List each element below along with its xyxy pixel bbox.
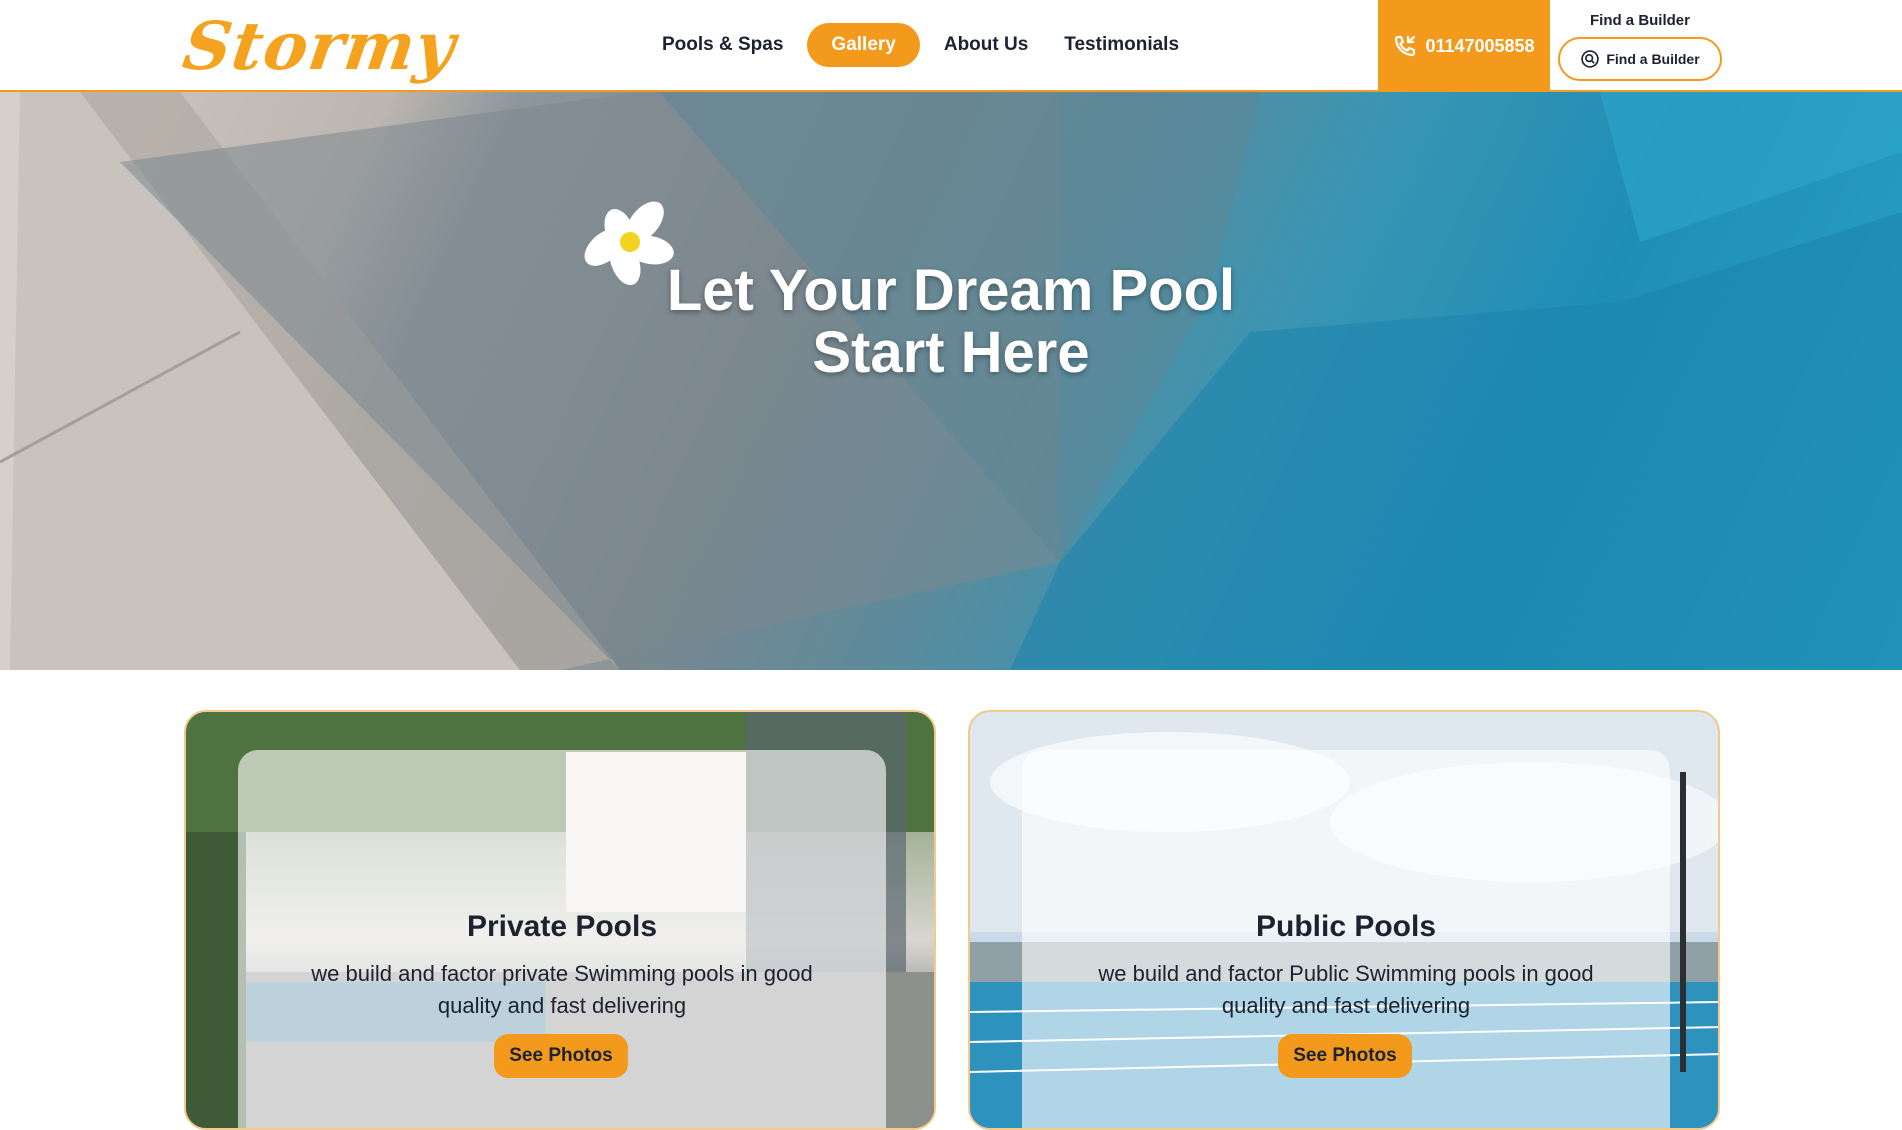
public-pools-see-photos-button[interactable]: See Photos: [1278, 1034, 1412, 1078]
main-nav: Pools & Spas Gallery About Us Testimonia…: [650, 22, 1191, 68]
find-builder-button-label: Find a Builder: [1606, 51, 1700, 67]
find-builder-label: Find a Builder: [1589, 12, 1690, 29]
private-pools-see-photos-button[interactable]: See Photos: [494, 1034, 628, 1078]
private-pools-title: Private Pools: [466, 910, 658, 943]
private-pools-description: we build and factor private Swimming poo…: [311, 961, 813, 1018]
hero-banner: Let Your Dream Pool Start Here: [0, 92, 1902, 670]
find-builder-button[interactable]: Find a Builder: [1558, 37, 1722, 81]
phone-icon: [1395, 35, 1416, 57]
nav-item-pools-spas[interactable]: Pools & Spas: [650, 23, 795, 67]
nav-item-about-us[interactable]: About Us: [932, 23, 1040, 67]
nav-item-gallery[interactable]: Gallery: [807, 23, 920, 67]
search-icon: [1581, 50, 1600, 68]
public-pools-description: we build and factor Public Swimming pool…: [1098, 961, 1594, 1018]
hero-title: Let Your Dream Pool Start Here: [0, 260, 1902, 384]
nav-item-testimonials[interactable]: Testimonials: [1052, 23, 1191, 67]
find-builder-block: Find a Builder Find a Builder: [1558, 10, 1722, 81]
private-pools-card: Private Pools we build and factor privat…: [184, 710, 936, 1130]
phone-number: 01147005858: [1425, 35, 1535, 56]
public-pools-card: Public Pools we build and factor Public …: [968, 710, 1720, 1130]
phone-button[interactable]: 01147005858: [1378, 0, 1550, 92]
hero-title-line2: Start Here: [812, 320, 1090, 385]
public-pools-title: Public Pools: [1255, 910, 1437, 943]
brand-logo[interactable]: Stormy: [178, 6, 461, 86]
hero-title-line1: Let Your Dream Pool: [666, 258, 1236, 323]
site-header: Stormy Pools & Spas Gallery About Us Tes…: [0, 0, 1902, 92]
